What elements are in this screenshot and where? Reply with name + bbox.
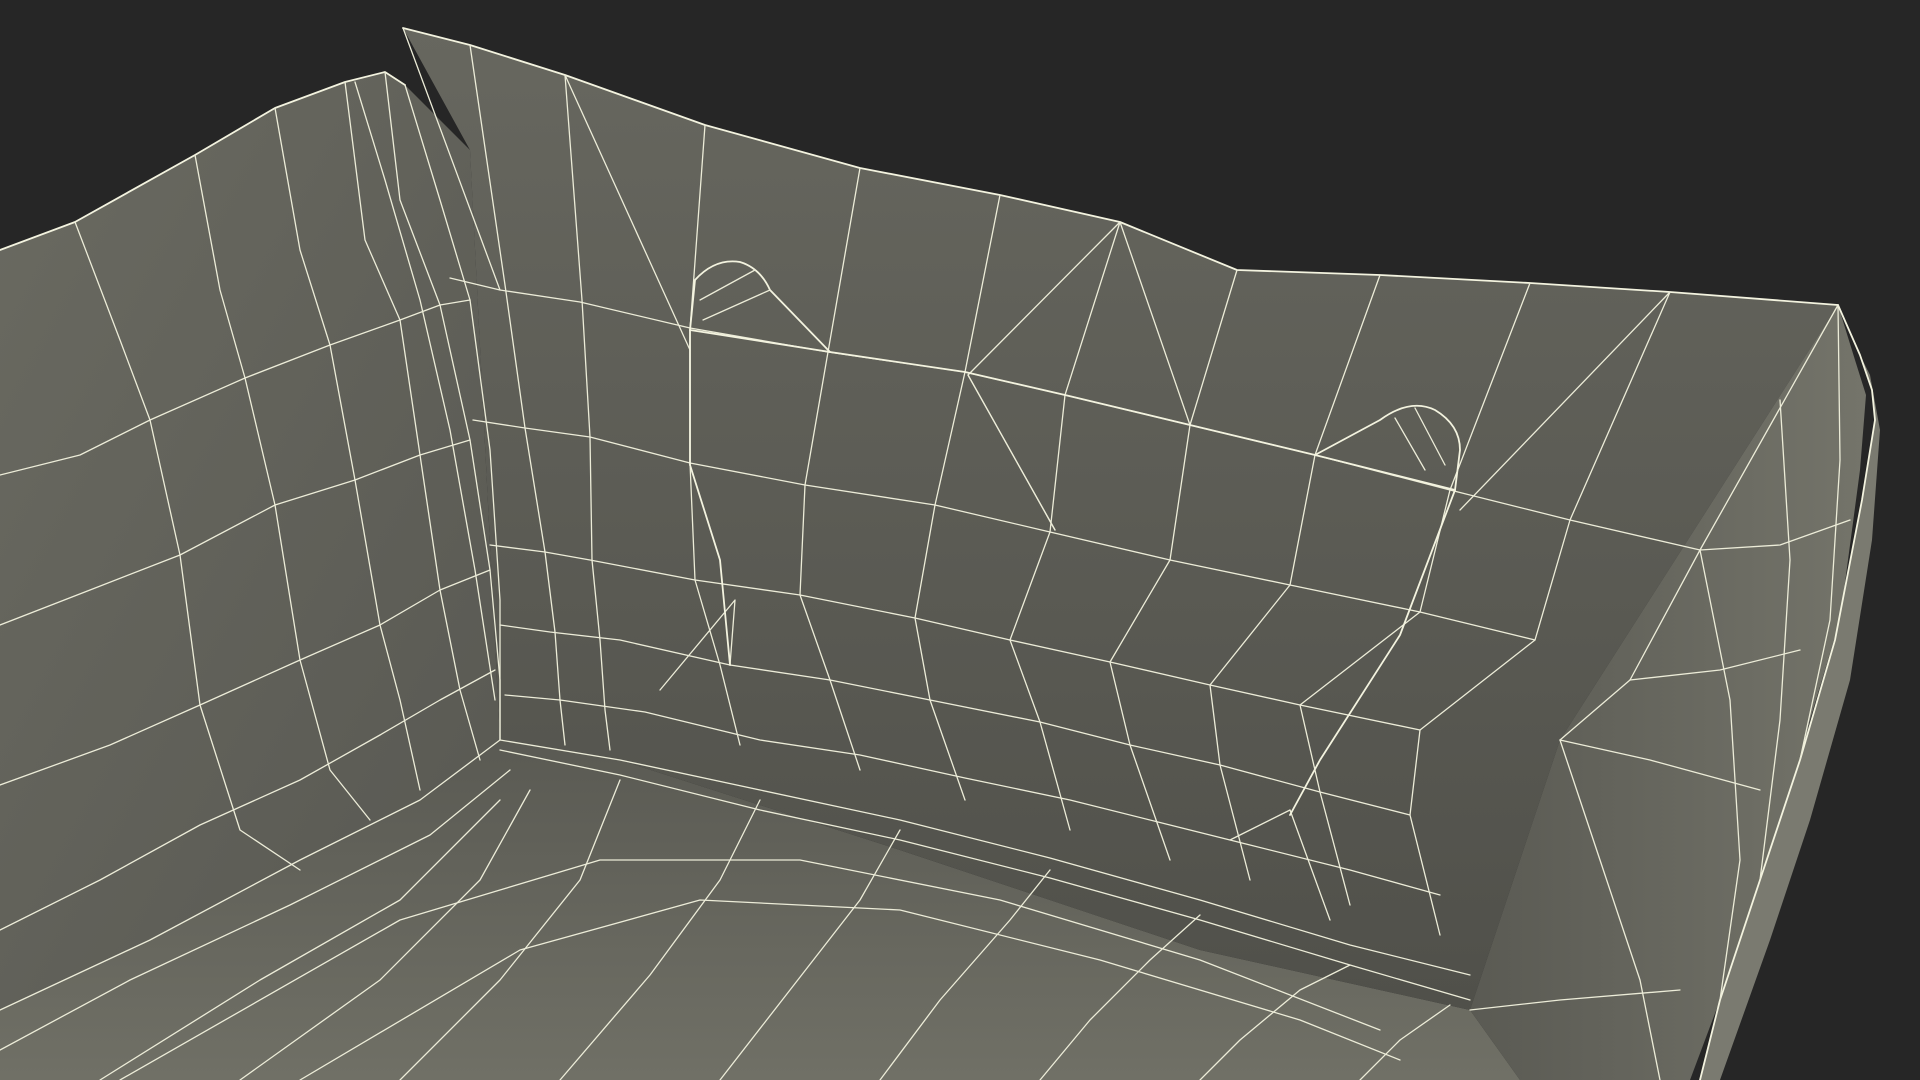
render-viewport	[0, 0, 1920, 1080]
mesh-render	[0, 27, 1880, 1080]
